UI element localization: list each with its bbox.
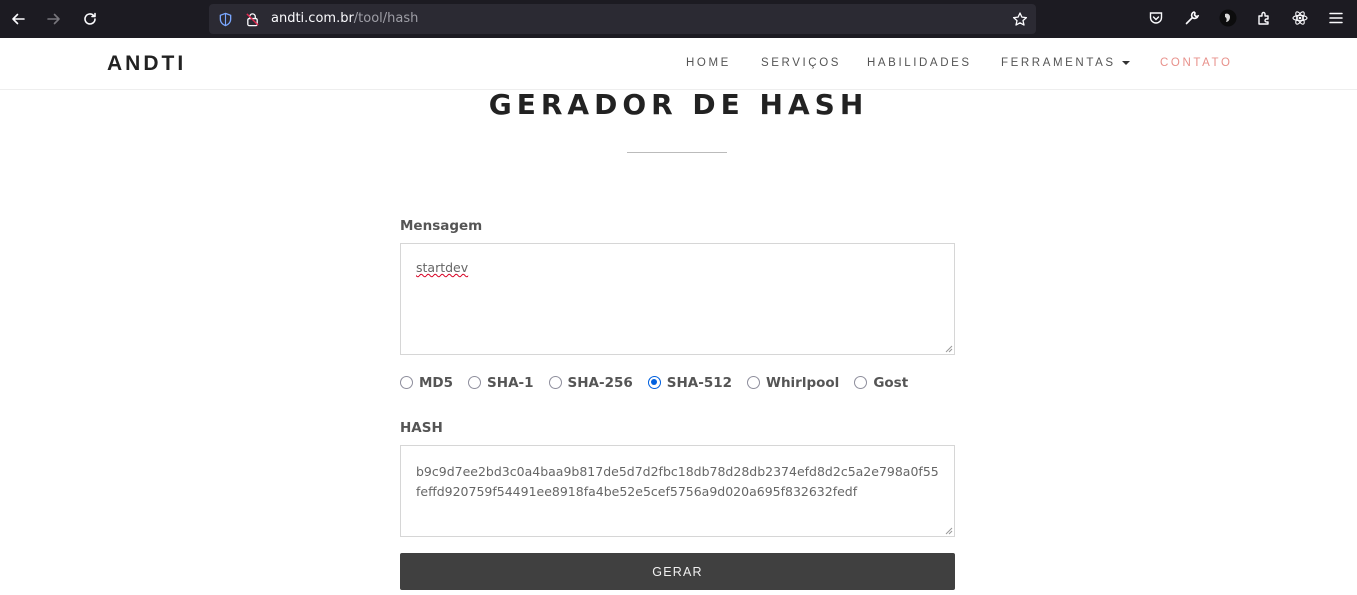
forward-icon [47,13,60,25]
radio-whirlpool[interactable]: Whirlpool [747,375,839,391]
pocket-icon [1149,12,1163,24]
nav-contato[interactable]: CONTATO [1160,57,1233,69]
radio-label: SHA-512 [666,375,733,391]
extension-avatar-button[interactable] [1219,9,1237,27]
message-value: startdev [416,260,469,275]
site-header: ANDTI HOME SERVIÇOS HABILIDADES FERRAMEN… [0,38,1357,90]
radio-button[interactable] [747,375,761,389]
devtools-button[interactable] [1183,9,1201,27]
radio-sha512[interactable]: SHA-512 [647,375,733,391]
url-path: /tool/hash [353,11,419,26]
page-title: GERADOR DE HASH [488,88,869,121]
radio-label: SHA-1 [487,375,534,391]
radio-gost[interactable]: Gost [854,375,908,391]
generate-button[interactable]: GERAR [400,553,955,590]
brand-logo[interactable]: ANDTI [107,52,186,76]
pocket-button[interactable] [1147,9,1165,27]
radio-label: MD5 [419,375,454,391]
message-textarea[interactable]: startdev [400,243,955,355]
radio-button-checked[interactable] [647,375,661,389]
reload-icon [84,12,96,25]
caret-down-icon [1121,60,1130,65]
radio-button[interactable] [400,375,413,389]
title-divider [627,152,727,153]
extensions-icon [1258,11,1269,25]
message-label: Mensagem [400,218,483,234]
reload-button[interactable] [78,7,102,31]
forward-button[interactable] [42,7,66,31]
resize-grip-icon[interactable] [943,525,953,535]
radio-button[interactable] [548,375,562,389]
radio-label: SHA-256 [567,375,633,391]
react-devtools-button[interactable] [1291,9,1309,27]
hash-value: b9c9d7ee2bd3c0a4baa9b817de5d7d2fbc18db78… [416,464,939,499]
browser-toolbar: andti.com.br/tool/hash [0,0,1357,38]
back-button[interactable] [6,7,30,31]
extension-avatar-icon [1219,9,1237,27]
url-domain: andti.com.br [271,11,354,26]
hash-output-textarea[interactable]: b9c9d7ee2bd3c0a4baa9b817de5d7d2fbc18db78… [400,445,955,537]
react-icon [1292,11,1308,25]
wrench-icon [1185,11,1200,25]
nav-ferramentas-label: FERRAMENTAS [1001,57,1116,69]
radio-sha1[interactable]: SHA-1 [468,375,534,391]
radio-label: Whirlpool [766,375,840,391]
nav-servicos[interactable]: SERVIÇOS [761,57,841,69]
resize-grip-icon[interactable] [943,343,953,353]
lock-icon[interactable] [244,11,260,27]
nav-ferramentas[interactable]: FERRAMENTAS [1001,57,1130,69]
extensions-button[interactable] [1255,9,1273,27]
nav-habilidades[interactable]: HABILIDADES [867,57,972,69]
back-icon [12,13,25,25]
menu-icon [1329,12,1343,24]
nav-home[interactable]: HOME [686,57,731,69]
url-text[interactable]: andti.com.br/tool/hash [271,11,418,26]
radio-button[interactable] [854,375,868,389]
radio-label: Gost [873,375,909,391]
app-menu-button[interactable] [1327,9,1345,27]
bookmark-star-icon[interactable] [1012,11,1028,27]
hash-label: HASH [400,420,443,436]
radio-sha256[interactable]: SHA-256 [548,375,633,391]
radio-button[interactable] [468,375,482,389]
url-bar[interactable]: andti.com.br/tool/hash [209,4,1036,34]
radio-md5[interactable]: MD5 [400,375,453,391]
shield-icon[interactable] [217,11,233,27]
algorithm-radio-group: MD5 SHA-1 SHA-256 SHA-512 Whirlpool Gost [400,374,923,392]
